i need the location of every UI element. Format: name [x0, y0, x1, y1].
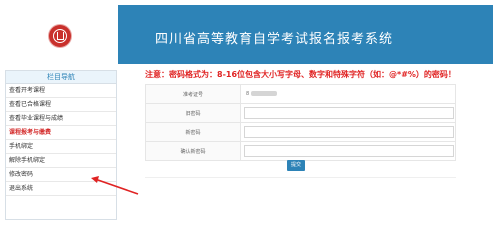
emblem-icon [49, 25, 71, 47]
form-row: 准考证号 8 [145, 84, 456, 104]
sidebar-item-change-password[interactable]: 修改密码 [6, 168, 116, 182]
new-password-input[interactable] [244, 126, 454, 138]
sidebar-item-registration[interactable]: 课程报考与缴费 [6, 126, 116, 140]
submit-button[interactable]: 提交 [287, 160, 305, 171]
sidebar-item-bind-phone[interactable]: 手机绑定 [6, 140, 116, 154]
old-password-input[interactable] [244, 107, 454, 119]
new-password-label: 新密码 [145, 122, 241, 142]
confirm-password-input[interactable] [244, 145, 454, 157]
sidebar-item-logout[interactable]: 退出系统 [6, 182, 116, 196]
redacted-id [250, 91, 277, 96]
password-form: 准考证号 8 旧密码 新密码 确认新密码 [145, 84, 456, 161]
sidebar-item-graduation-courses[interactable]: 查看毕业课程与成绩 [6, 112, 116, 126]
admission-number-cell: 8 [240, 84, 456, 104]
system-title: 四川省高等教育自学考试报名报考系统 [155, 32, 394, 47]
form-divider [145, 177, 456, 178]
admission-number-text: 8 [246, 91, 250, 97]
confirm-password-cell [240, 141, 456, 161]
header-bar: 四川省高等教育自学考试报名报考系统 [5, 5, 493, 64]
old-password-label: 旧密码 [145, 103, 241, 123]
form-row: 新密码 [145, 122, 456, 142]
logo-area [5, 5, 118, 64]
sidebar-item-passed-courses[interactable]: 查看已合格课程 [6, 98, 116, 112]
sidebar-heading: 栏目导航 [6, 71, 116, 84]
old-password-cell [240, 103, 456, 123]
admission-number-value: 8 [244, 89, 366, 99]
sidebar-item-unbind-phone[interactable]: 解除手机绑定 [6, 154, 116, 168]
form-row: 旧密码 [145, 103, 456, 123]
admission-number-label: 准考证号 [145, 84, 241, 104]
sidebar: 栏目导航 查看开考课程 查看已合格课程 查看毕业课程与成绩 课程报考与缴费 手机… [5, 70, 117, 220]
confirm-password-label: 确认新密码 [145, 141, 241, 161]
sidebar-item-open-courses[interactable]: 查看开考课程 [6, 84, 116, 98]
new-password-cell [240, 122, 456, 142]
password-notice: 注意：密码格式为：8-16位包含大小写字母、数字和特殊字符（如：@*#%）的密码… [145, 70, 456, 79]
form-row: 确认新密码 [145, 141, 456, 161]
